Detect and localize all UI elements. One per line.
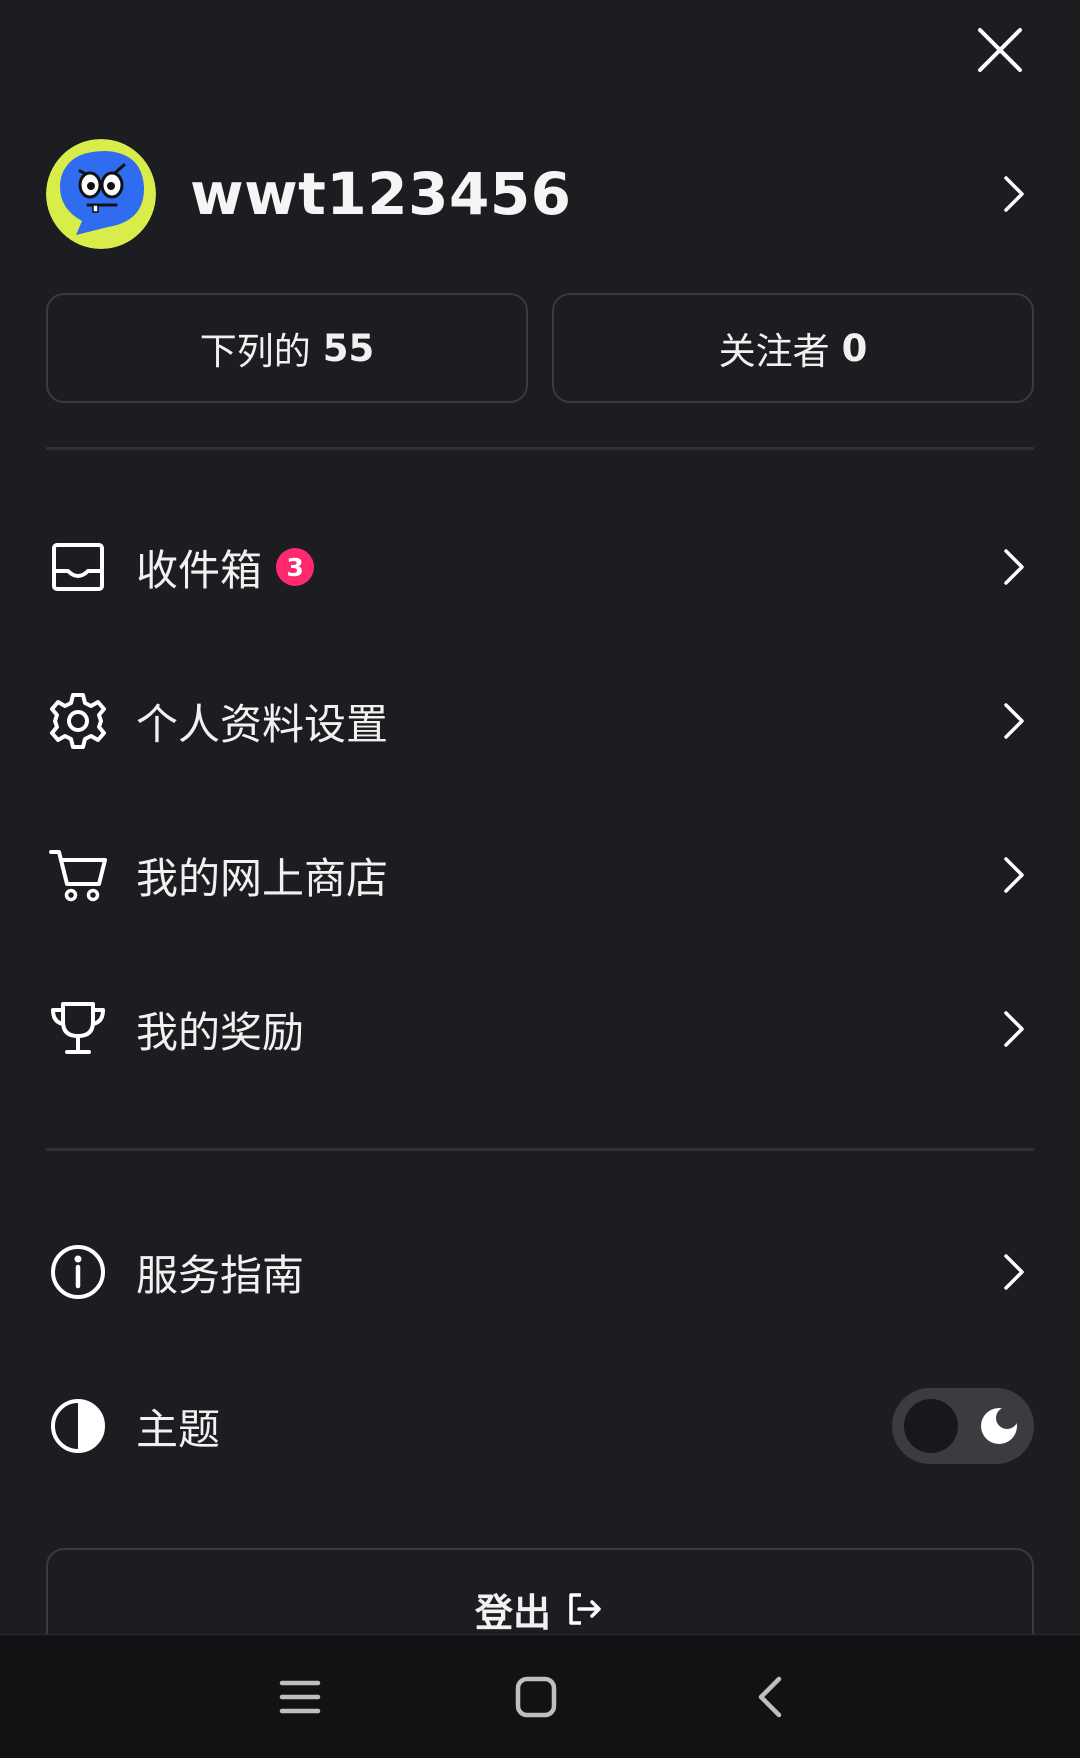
- menu-label-online-shop: 我的网上商店: [136, 853, 389, 903]
- inbox-icon: [46, 535, 110, 599]
- menu-item-service-guide[interactable]: 服务指南: [46, 1222, 1034, 1322]
- theme-toggle[interactable]: [892, 1388, 1034, 1464]
- profile-row[interactable]: wwt123456: [46, 138, 1034, 250]
- divider: [46, 1148, 1034, 1151]
- menu-label-service-guide: 服务指南: [136, 1250, 305, 1300]
- avatar[interactable]: [46, 139, 156, 249]
- menu-item-online-shop[interactable]: 我的网上商店: [46, 825, 1034, 925]
- followers-count: 0: [841, 326, 868, 370]
- chevron-right-icon: [994, 547, 1034, 587]
- logout-label: 登出: [474, 1590, 551, 1635]
- gear-icon: [46, 689, 110, 753]
- home-button[interactable]: [504, 1665, 568, 1729]
- menu-label-profile-settings: 个人资料设置: [136, 699, 389, 749]
- recent-apps-button[interactable]: [268, 1665, 332, 1729]
- toggle-knob: [904, 1399, 958, 1453]
- menu-label-theme: 主题: [136, 1404, 221, 1454]
- info-icon: [46, 1240, 110, 1304]
- menu-label-rewards: 我的奖励: [136, 1007, 305, 1057]
- chevron-right-icon: [994, 701, 1034, 741]
- cart-icon: [46, 843, 110, 907]
- moon-icon: [981, 1407, 1018, 1444]
- following-label: 下列的: [199, 330, 311, 373]
- chevron-right-icon[interactable]: [994, 174, 1034, 214]
- chevron-right-icon: [994, 1252, 1034, 1292]
- account-menu-screen: wwt123456 下列的 55 关注者 0 收件箱 3 个人资料设置 我的网上…: [0, 0, 1080, 1758]
- followers-button[interactable]: 关注者 0: [552, 293, 1034, 403]
- menu-icon: [279, 1680, 321, 1714]
- menu-item-inbox[interactable]: 收件箱 3: [46, 517, 1034, 617]
- menu-item-theme: 主题: [46, 1376, 1034, 1476]
- following-count: 55: [322, 326, 375, 370]
- username: wwt123456: [190, 160, 572, 228]
- menu-item-rewards[interactable]: 我的奖励: [46, 979, 1034, 1079]
- logout-icon: [569, 1593, 601, 1625]
- close-button[interactable]: [964, 14, 1036, 86]
- home-icon: [515, 1676, 557, 1718]
- chevron-right-icon: [994, 1009, 1034, 1049]
- chevron-right-icon: [994, 855, 1034, 895]
- back-icon: [758, 1676, 782, 1718]
- trophy-icon: [46, 997, 110, 1061]
- menu-label-inbox: 收件箱: [136, 545, 263, 595]
- followers-label: 关注者: [718, 330, 830, 373]
- stats-row: 下列的 55 关注者 0: [46, 293, 1034, 403]
- menu-item-profile-settings[interactable]: 个人资料设置: [46, 671, 1034, 771]
- following-button[interactable]: 下列的 55: [46, 293, 528, 403]
- back-button[interactable]: [738, 1665, 802, 1729]
- divider: [46, 447, 1034, 450]
- system-navigation-bar: [0, 1634, 1080, 1758]
- inbox-badge: 3: [276, 548, 315, 586]
- contrast-icon: [46, 1394, 110, 1458]
- close-icon: [978, 28, 1022, 72]
